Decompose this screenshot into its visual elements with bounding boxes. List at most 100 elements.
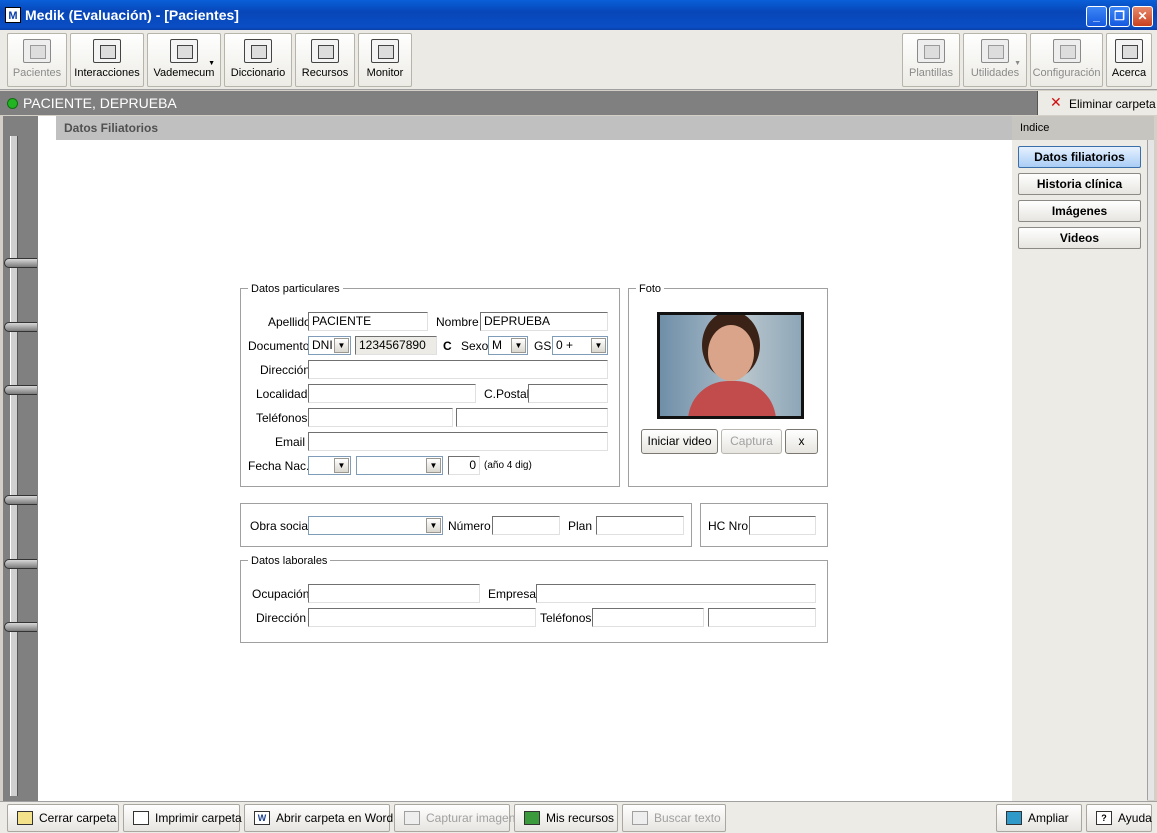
capture-image-button[interactable]: Capturar imagen <box>394 804 515 832</box>
toolbar-configuracion-button[interactable]: Configuración <box>1030 33 1103 87</box>
delete-folder-label: Eliminar carpeta <box>1069 97 1156 111</box>
empresa-input[interactable] <box>536 584 816 603</box>
fecha-anio-input[interactable]: 0 <box>448 456 480 475</box>
documento-number-input[interactable]: 1234567890 <box>355 336 437 355</box>
laboral-direccion-input[interactable] <box>308 608 536 627</box>
cpostal-label: C.Postal <box>484 387 530 401</box>
my-resources-label: Mis recursos <box>546 811 615 825</box>
telefono2-input[interactable] <box>456 408 608 427</box>
app-icon[interactable]: M <box>5 7 21 23</box>
monitor-icon <box>371 39 399 63</box>
direccion-input[interactable] <box>308 360 608 379</box>
chevron-down-icon[interactable]: ▼ <box>591 338 606 353</box>
binders-icon <box>23 39 51 63</box>
numero-label: Número <box>448 519 491 533</box>
index-panel: Indice Datos filiatorios Historia clínic… <box>1012 116 1147 801</box>
toolbar-label: Interacciones <box>74 67 140 79</box>
window-title: Medik (Evaluación) - [Pacientes] <box>25 7 239 23</box>
about-icon <box>1115 39 1143 63</box>
capture-button[interactable]: Captura <box>721 429 782 454</box>
restore-button[interactable]: ❐ <box>1109 6 1130 27</box>
toolbar-monitor-button[interactable]: Monitor <box>358 33 412 87</box>
toolbar-label: Pacientes <box>12 67 62 79</box>
documento-type-select[interactable]: DNI ▼ <box>308 336 351 355</box>
apellido-label: Apellido <box>268 315 311 329</box>
telefonos-label: Teléfonos <box>256 411 308 425</box>
minimize-button[interactable]: _ <box>1086 6 1107 27</box>
chevron-down-icon[interactable]: ▼ <box>334 338 349 353</box>
zoom-label: Ampliar <box>1028 811 1069 825</box>
fecha-mes-select[interactable]: ▼ <box>356 456 443 475</box>
index-datos-filiatorios[interactable]: Datos filiatorios <box>1018 146 1141 168</box>
chevron-down-icon[interactable]: ▼ <box>426 458 441 473</box>
direccion-label: Dirección <box>260 363 311 377</box>
ocupacion-input[interactable] <box>308 584 480 603</box>
index-historia-clinica[interactable]: Historia clínica <box>1018 173 1141 195</box>
telefono1-input[interactable] <box>308 408 453 427</box>
toolbar-acerca-button[interactable]: Acerca <box>1106 33 1152 87</box>
clear-photo-button[interactable]: x <box>785 429 818 454</box>
localidad-input[interactable] <box>308 384 476 403</box>
index-imagenes[interactable]: Imágenes <box>1018 200 1141 222</box>
section-title: Datos Filiatorios <box>64 121 159 135</box>
toolbar-pacientes-button[interactable]: Pacientes <box>7 33 67 87</box>
toolbar-diccionario-button[interactable]: Diccionario <box>224 33 292 87</box>
numero-input[interactable] <box>492 516 560 535</box>
page-scrollbar[interactable] <box>1147 140 1154 800</box>
help-button[interactable]: ? Ayuda <box>1086 804 1152 832</box>
toolbar-plantillas-button[interactable]: Plantillas <box>902 33 960 87</box>
chevron-down-icon[interactable]: ▼ <box>426 518 441 533</box>
sexo-value: M <box>492 338 502 352</box>
zoom-button[interactable]: Ampliar <box>996 804 1082 832</box>
search-icon <box>632 811 648 825</box>
chevron-down-icon[interactable]: ▼ <box>334 458 349 473</box>
interactions-icon <box>93 39 121 63</box>
page-margin <box>37 116 56 801</box>
ocupacion-label: Ocupación <box>252 587 310 601</box>
chevron-down-icon[interactable]: ▼ <box>511 338 526 353</box>
utilities-icon <box>981 39 1009 63</box>
nombre-input[interactable]: DEPRUEBA <box>480 312 608 331</box>
sexo-select[interactable]: M ▼ <box>488 336 528 355</box>
hc-nro-input[interactable] <box>749 516 816 535</box>
fecha-hint: (año 4 dig) <box>484 460 532 471</box>
email-input[interactable] <box>308 432 608 451</box>
help-icon: ? <box>1096 811 1112 825</box>
plan-label: Plan <box>568 519 593 533</box>
dropdown-arrow-icon: ▼ <box>1014 60 1021 67</box>
plan-input[interactable] <box>596 516 684 535</box>
toolbar-recursos-button[interactable]: Recursos <box>295 33 355 87</box>
open-in-word-button[interactable]: W Abrir carpeta en Word <box>244 804 393 832</box>
print-folder-label: Imprimir carpeta <box>155 811 242 825</box>
print-folder-button[interactable]: Imprimir carpeta <box>123 804 242 832</box>
index-videos[interactable]: Videos <box>1018 227 1141 249</box>
apellido-input[interactable]: PACIENTE <box>308 312 428 331</box>
datos-particulares-legend: Datos particulares <box>248 283 343 295</box>
start-video-button[interactable]: Iniciar video <box>641 429 718 454</box>
cpostal-input[interactable] <box>528 384 608 403</box>
title-bar: M Medik (Evaluación) - [Pacientes] _ ❐ ✕ <box>0 0 1157 30</box>
laboral-telefono2-input[interactable] <box>708 608 816 627</box>
close-button[interactable]: ✕ <box>1132 6 1153 27</box>
word-icon: W <box>254 811 270 825</box>
obra-social-label: Obra social <box>250 519 311 533</box>
documento-type-value: DNI <box>312 338 333 352</box>
my-resources-button[interactable]: Mis recursos <box>514 804 618 832</box>
resources-stack-icon <box>524 811 540 825</box>
toolbar-vademecum-button[interactable]: Vademecum ▼ <box>147 33 221 87</box>
datos-laborales-legend: Datos laborales <box>248 555 331 567</box>
toolbar-label: Plantillas <box>908 67 954 79</box>
toolbar-utilidades-button[interactable]: Utilidades ▼ <box>963 33 1027 87</box>
resources-icon <box>311 39 339 63</box>
close-folder-button[interactable]: Cerrar carpeta <box>7 804 119 832</box>
search-text-button[interactable]: Buscar texto <box>622 804 726 832</box>
obra-social-select[interactable]: ▼ <box>308 516 443 535</box>
delete-folder-button[interactable]: ✕ Eliminar carpeta <box>1037 91 1157 115</box>
delete-icon: ✕ <box>1050 94 1062 110</box>
laboral-telefono1-input[interactable] <box>592 608 704 627</box>
toolbar-label: Acerca <box>1111 67 1147 79</box>
gs-value: 0 + <box>556 338 574 352</box>
fecha-dia-select[interactable]: ▼ <box>308 456 351 475</box>
toolbar-interacciones-button[interactable]: Interacciones <box>70 33 144 87</box>
gs-select[interactable]: 0 + ▼ <box>552 336 608 355</box>
